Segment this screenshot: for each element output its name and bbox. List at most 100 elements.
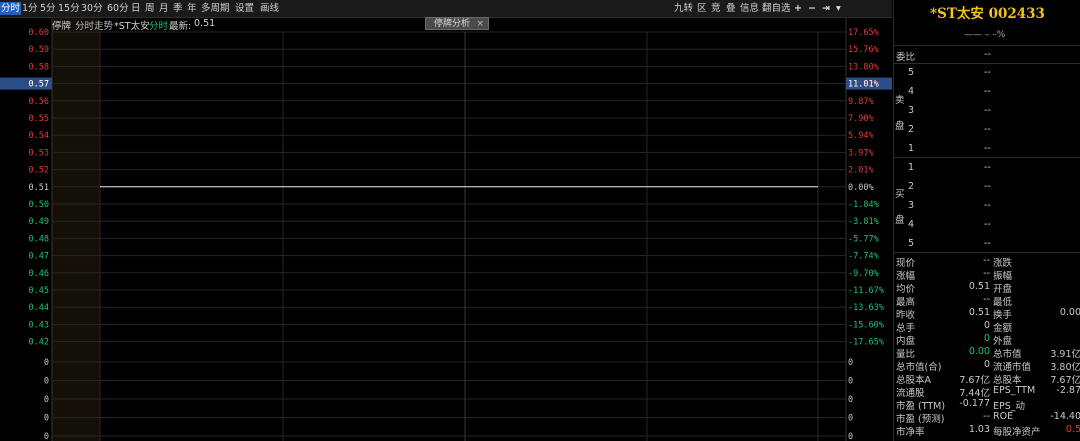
price-tick-label: 0.49 [29, 217, 49, 227]
sell-level-number: 2 [908, 124, 915, 135]
buy-level-price: -- [984, 238, 991, 249]
buy-level-number: 5 [908, 238, 915, 249]
crosshair-price-label: 0.57 [29, 80, 49, 90]
sell-level-price: -- [984, 67, 991, 78]
stat-label: 市净率 [896, 427, 925, 438]
volume-tick-label: 0 [44, 414, 49, 424]
stat-label: ROE [993, 411, 1014, 422]
latest-label: 最新: [169, 21, 192, 32]
intraday-chart[interactable]: 0.600.590.580.570.560.550.540.530.520.51… [0, 0, 892, 441]
period-tab[interactable]: 15分 [57, 2, 81, 15]
volume-right-tick-label: 0 [848, 414, 853, 424]
price-tick-label: 0.53 [29, 148, 49, 158]
stat-label: 昨收 [896, 310, 916, 321]
stat-label: 总手 [896, 323, 916, 334]
price-tick-label: 0.47 [29, 252, 49, 262]
expand-icon[interactable]: ⇥ [822, 2, 830, 15]
quote-panel: *ST太安 002433 —— – –% 委比 -- 卖盘 5 -- 4 -- 3 -- 2 -… [893, 0, 1080, 441]
stat-label: 内盘 [896, 336, 916, 347]
stat-label: 总市值 [993, 349, 1022, 360]
period-tab[interactable]: 画线 [259, 2, 280, 15]
stat-label: 最低 [993, 297, 1013, 308]
suspension-analysis-tag[interactable]: 停牌分析 × [425, 17, 489, 30]
stock-title: *ST太安 002433 [930, 6, 1045, 22]
period-tab[interactable]: 月 [158, 2, 170, 15]
stat-label: 量比 [896, 349, 916, 360]
divider [894, 45, 1080, 46]
period-tab[interactable]: 1分 [21, 2, 39, 15]
minus-icon[interactable]: − [808, 2, 816, 15]
period-tab[interactable]: 5分 [39, 2, 57, 15]
period-tab[interactable]: 60分 [106, 2, 130, 15]
volume-right-tick-label: 0 [848, 377, 853, 387]
stat-value: 7.67亿 [959, 375, 990, 386]
stock-app-window: 0.60 0.59 0.58 0.57 0.56 0.55 0.54 0.53 0.52 0.51… [0, 0, 1080, 441]
info-button[interactable]: 信息 [740, 2, 759, 15]
period-tab[interactable]: 分时 [0, 2, 22, 15]
stat-label: 均价 [896, 284, 916, 295]
auction-button[interactable]: 竞 [711, 2, 721, 15]
suspended-label: 停牌 [52, 21, 72, 32]
buy-level-price: -- [984, 181, 991, 192]
latest-value: 0.51 [194, 18, 216, 29]
stat-label: 换手 [993, 310, 1013, 321]
plus-icon[interactable]: + [794, 2, 802, 15]
chevron-down-icon[interactable]: ▾ [836, 2, 841, 15]
pct-tick-label: -9.70% [848, 269, 879, 279]
pct-tick-label: -3.81% [848, 217, 879, 227]
stat-label: 总股本A [896, 375, 931, 386]
weibi-label: 委比 [896, 52, 916, 63]
stat-value: 0 [983, 320, 990, 331]
price-tick-label: 0.45 [29, 286, 49, 296]
stat-value: 3.91亿 [1050, 349, 1080, 360]
stat-value: 0 [983, 359, 990, 370]
stat-label: 每股净资产 [993, 427, 1041, 438]
price-change-summary: —— – –% [964, 30, 1006, 40]
pct-tick-label: 0.00% [848, 183, 874, 193]
pct-tick-label: 7.90% [848, 114, 874, 124]
buy-level-number: 4 [908, 219, 915, 230]
period-tab[interactable]: 日 [130, 2, 142, 15]
close-icon[interactable]: × [476, 18, 484, 31]
period-tab[interactable]: 30分 [80, 2, 104, 15]
period-tab[interactable]: 季 [172, 2, 184, 15]
range-button[interactable]: 区 [697, 2, 707, 15]
sell-level-price: -- [984, 86, 991, 97]
stat-value: -- [983, 255, 990, 266]
period-toolbar: 分时 1分 5分 15分 30分 60分日周月季年多周期 设置 画线 九转区竞叠信息 翻自选 + − ⇥… [0, 0, 892, 18]
stat-label: EPS_TTM [993, 385, 1036, 396]
sell-level-number: 1 [908, 143, 915, 154]
add-watchlist-button[interactable]: 翻自选 [762, 2, 791, 15]
period-tab[interactable]: 设置 [234, 2, 255, 15]
sell-level-price: -- [984, 124, 991, 135]
period-tab[interactable]: 多周期 [200, 2, 231, 15]
stat-label: 涨跌 [993, 258, 1013, 269]
volume-right-tick-label: 0 [848, 395, 853, 405]
buy-level-price: -- [984, 162, 991, 173]
period-tab[interactable]: 年 [186, 2, 198, 15]
buy-level-price: -- [984, 200, 991, 211]
period-tab[interactable]: 周 [144, 2, 156, 15]
price-tick-label: 0.48 [29, 234, 49, 244]
mode-label[interactable]: 分时走势 [75, 18, 113, 32]
stock-name-label: *ST太安 [114, 21, 150, 32]
sell-level-number: 3 [908, 105, 915, 116]
stat-value: -- [983, 411, 990, 422]
price-tick-label: 0.54 [29, 131, 49, 141]
overlay-button[interactable]: 叠 [726, 2, 736, 15]
stat-label: 市盈 (TTM) [896, 401, 946, 412]
sell-level-number: 5 [908, 67, 915, 78]
volume-tick-label: 0 [44, 377, 49, 387]
price-tick-label: 0.44 [29, 303, 49, 313]
pct-tick-label: 13.80% [848, 62, 879, 72]
stat-value: 3.80亿 [1050, 362, 1080, 373]
price-tick-label: 0.58 [29, 62, 49, 72]
pct-tick-label: 9.87% [848, 97, 874, 107]
pct-tick-label: -7.74% [848, 252, 879, 262]
pct-tick-label: -11.67% [848, 286, 884, 296]
divider [894, 252, 1080, 253]
jiuzhuan-button[interactable]: 九转 [674, 2, 693, 15]
stat-value: -- [983, 268, 990, 279]
divider [894, 157, 1080, 158]
stat-value: 0.51 [968, 307, 990, 318]
